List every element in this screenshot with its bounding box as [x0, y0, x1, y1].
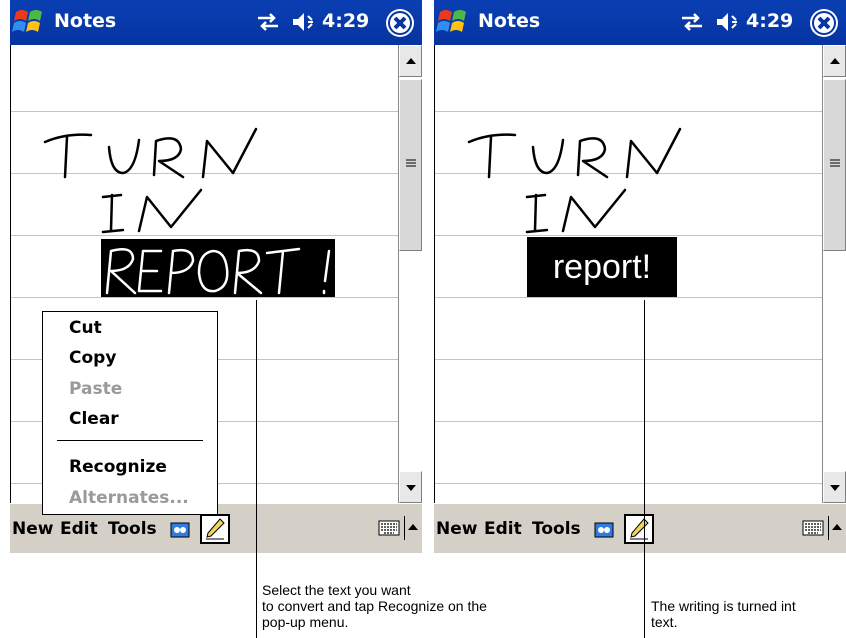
scroll-up-icon	[830, 58, 840, 64]
caption-left: Select the text you want to convert and …	[262, 582, 487, 630]
callout-line-right	[644, 300, 645, 638]
pen-button[interactable]	[624, 514, 654, 544]
sip-up-arrow-icon	[832, 524, 842, 530]
close-button[interactable]	[386, 9, 414, 37]
menu-new[interactable]: New	[436, 519, 477, 539]
caption-right: The writing is turned int text.	[651, 598, 796, 630]
recording-icon[interactable]	[594, 522, 614, 538]
scroll-down-icon	[830, 485, 840, 491]
pen-icon	[630, 518, 649, 540]
connectivity-icon[interactable]	[680, 12, 704, 32]
keyboard-icon[interactable]	[378, 520, 400, 536]
menu-alternates: Alternates...	[69, 488, 189, 508]
pen-button[interactable]	[200, 514, 230, 544]
command-bar: New Edit Tools	[434, 503, 846, 553]
close-icon	[812, 11, 836, 35]
scroll-thumb[interactable]	[823, 79, 846, 251]
menu-cut[interactable]: Cut	[69, 318, 102, 338]
recording-icon[interactable]	[170, 522, 190, 538]
windows-start-icon[interactable]	[12, 6, 50, 38]
callout-line-left	[256, 300, 257, 638]
title-bar: Notes 4:29	[10, 0, 422, 45]
windows-start-icon[interactable]	[436, 6, 474, 38]
scroll-down-button[interactable]	[399, 471, 422, 503]
recognized-text-selection[interactable]: report!	[527, 237, 677, 297]
menu-edit[interactable]: Edit	[484, 519, 522, 539]
menu-tools[interactable]: Tools	[108, 519, 157, 539]
keyboard-icon[interactable]	[802, 520, 824, 536]
vertical-scrollbar[interactable]	[398, 45, 423, 503]
volume-icon[interactable]	[714, 10, 740, 34]
menu-separator	[57, 440, 203, 441]
menu-tools[interactable]: Tools	[532, 519, 581, 539]
menu-paste: Paste	[69, 379, 123, 399]
menu-clear[interactable]: Clear	[69, 409, 119, 429]
grip-icon	[406, 159, 416, 167]
close-icon	[388, 11, 412, 35]
vertical-scrollbar[interactable]	[822, 45, 846, 503]
scroll-thumb[interactable]	[399, 79, 422, 251]
note-writing-area[interactable]: report!	[434, 45, 823, 503]
menu-new[interactable]: New	[12, 519, 53, 539]
scroll-up-icon	[406, 58, 416, 64]
clock[interactable]: 4:29	[746, 10, 793, 32]
popup-menu: Cut Copy Paste Clear Recognize Alternate…	[42, 311, 218, 515]
app-title: Notes	[54, 10, 117, 32]
app-title: Notes	[478, 10, 541, 32]
menu-recognize[interactable]: Recognize	[69, 457, 167, 477]
menu-copy[interactable]: Copy	[69, 348, 116, 368]
scroll-down-button[interactable]	[823, 471, 846, 503]
pen-icon	[206, 518, 225, 540]
sip-up-arrow-icon	[408, 524, 418, 530]
title-bar: Notes 4:29	[434, 0, 846, 45]
left-notes-screen: Notes 4:29 New Edit Tools Cut Copy Paste…	[10, 0, 423, 553]
close-button[interactable]	[810, 9, 838, 37]
clock[interactable]: 4:29	[322, 10, 369, 32]
input-panel-toggle[interactable]	[404, 516, 419, 540]
scroll-up-button[interactable]	[823, 45, 846, 77]
input-panel-toggle[interactable]	[828, 516, 843, 540]
connectivity-icon[interactable]	[256, 12, 280, 32]
right-notes-screen: Notes 4:29 report! New Edit Tools	[434, 0, 846, 553]
volume-icon[interactable]	[290, 10, 316, 34]
grip-icon	[830, 159, 840, 167]
scroll-down-icon	[406, 485, 416, 491]
scroll-up-button[interactable]	[399, 45, 422, 77]
menu-edit[interactable]: Edit	[60, 519, 98, 539]
